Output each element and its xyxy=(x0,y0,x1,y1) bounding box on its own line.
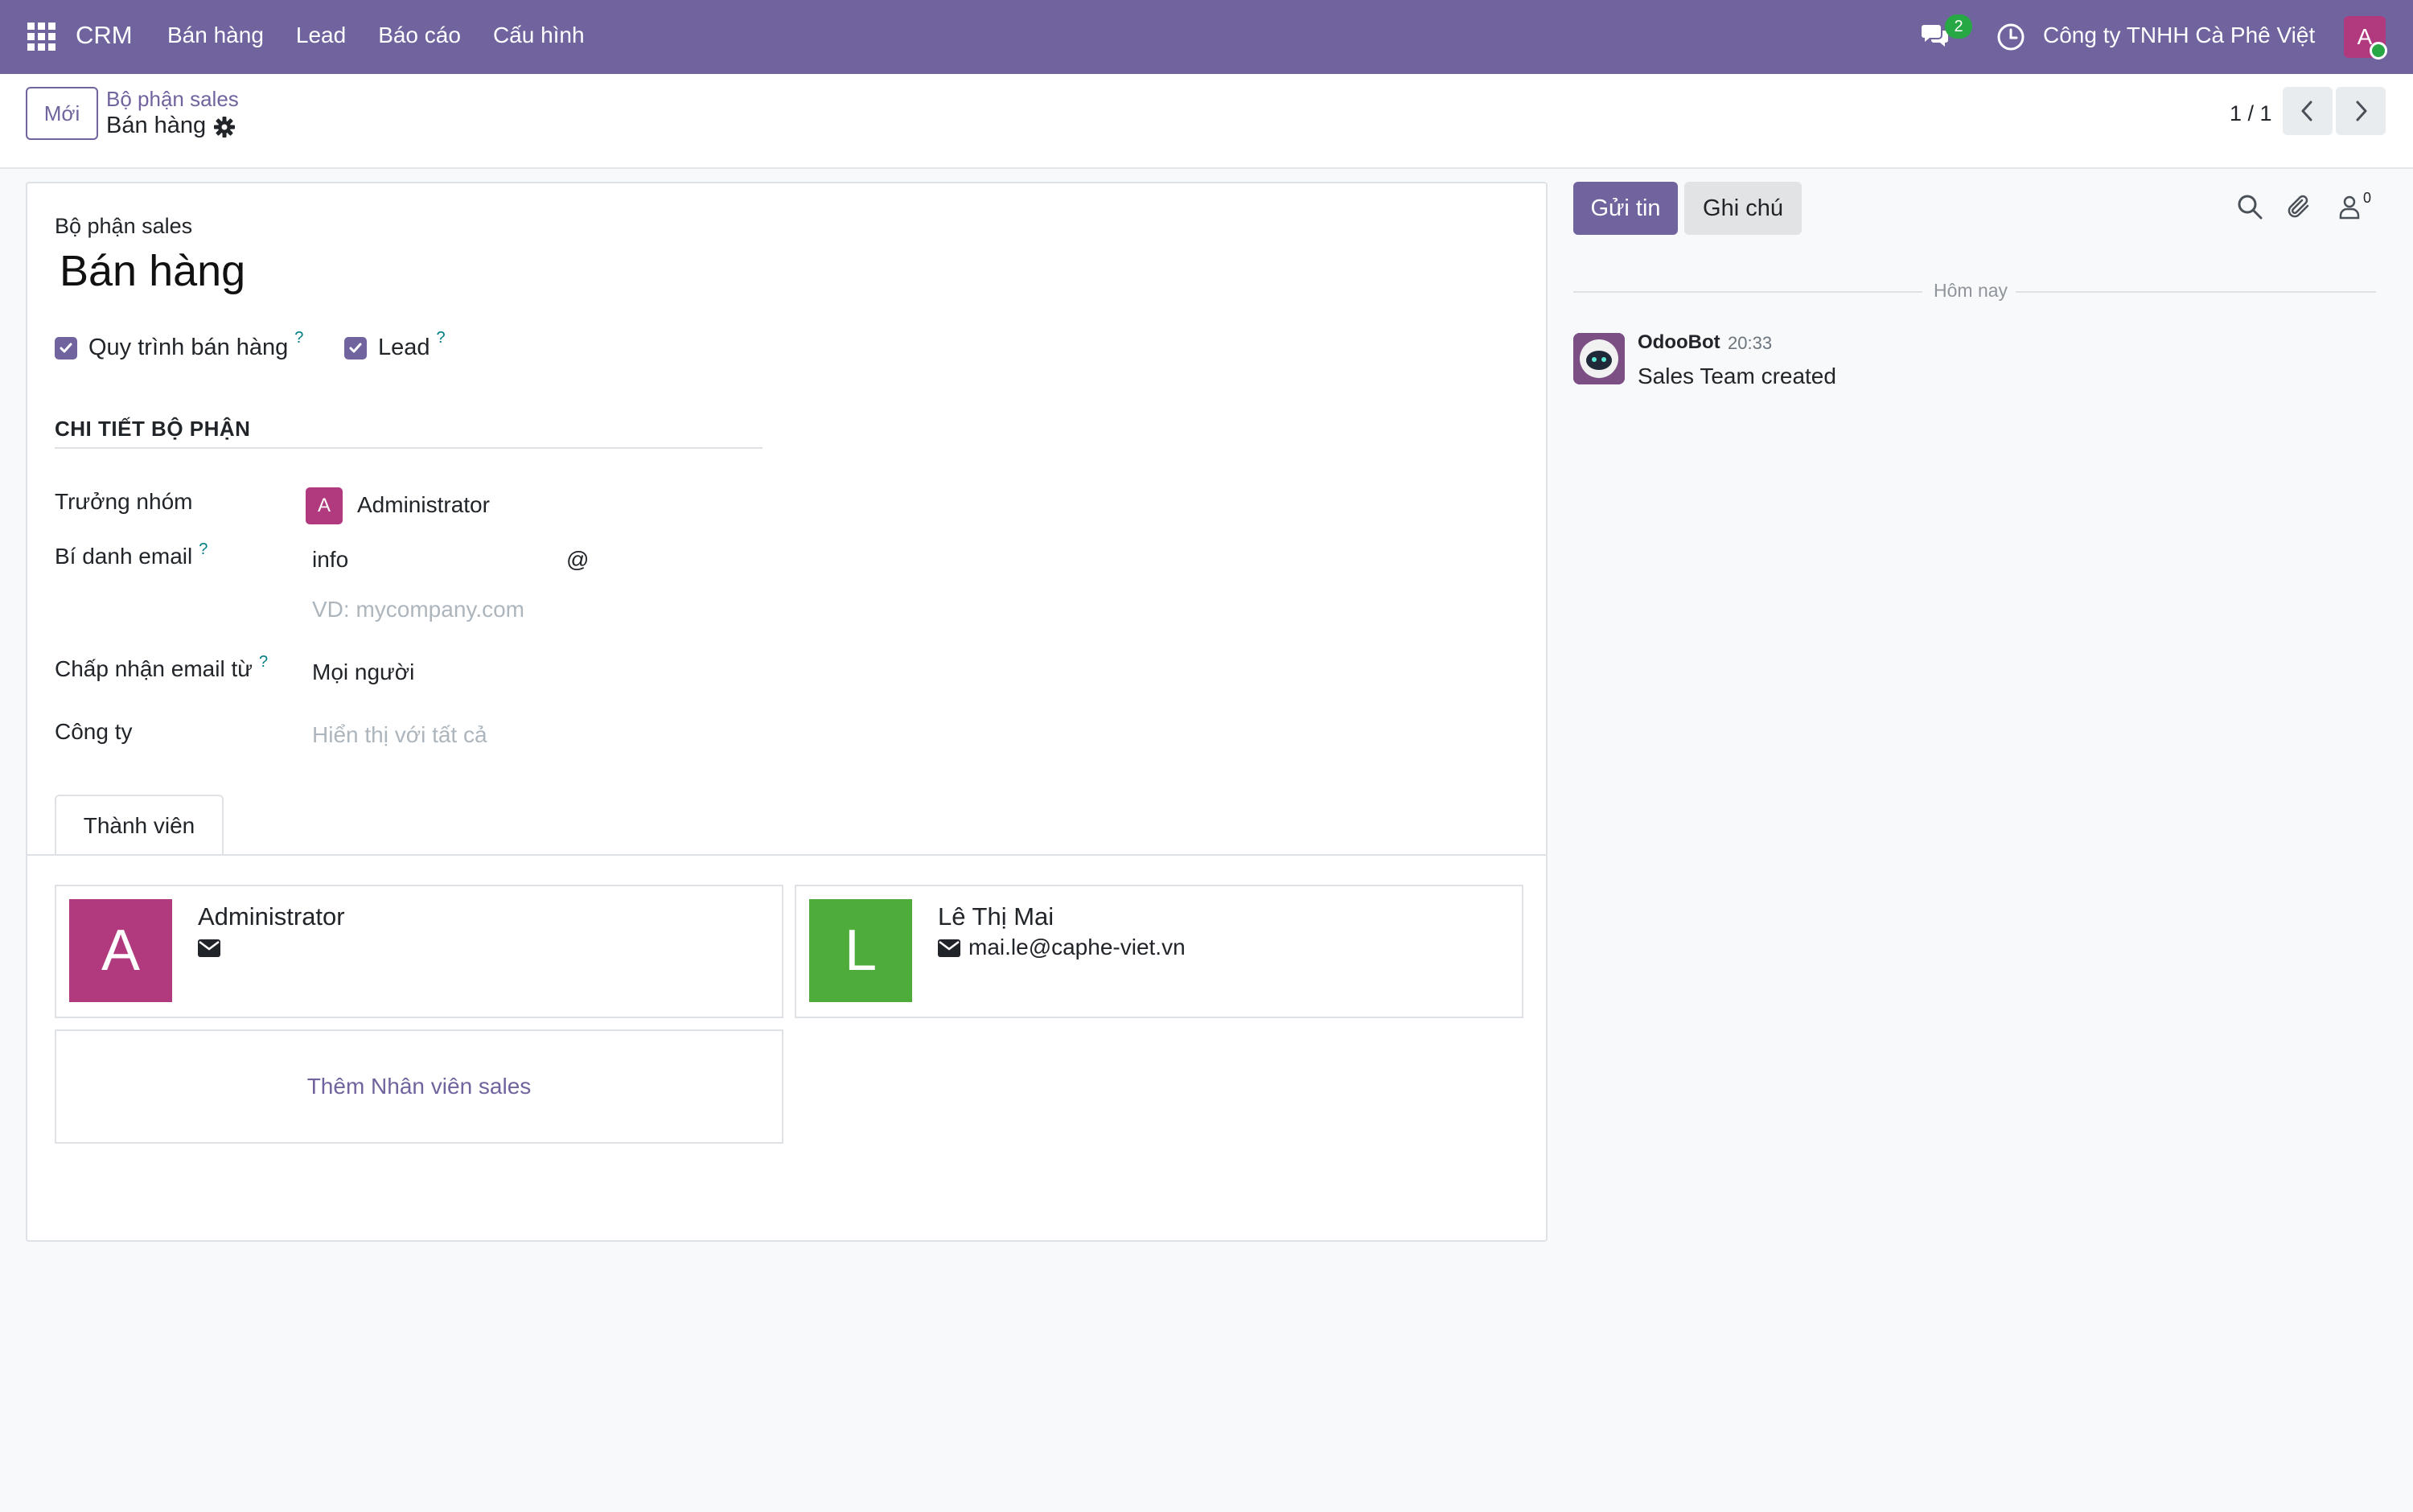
email-alias-label-text: Bí danh email xyxy=(55,544,193,569)
member-email: mai.le@caphe-viet.vn xyxy=(968,935,1186,959)
member-card-le-thi-mai[interactable]: L Lê Thị Mai mai.le@caphe-viet.vn xyxy=(795,885,1523,1018)
menu-item-leads[interactable]: Lead xyxy=(296,23,346,48)
messages-count-badge: 2 xyxy=(1945,14,1972,39)
team-name-field[interactable]: Bán hàng xyxy=(60,246,245,296)
message-author[interactable]: OdooBot xyxy=(1638,331,1720,354)
main-menu: Bán hàng Lead Báo cáo Cấu hình xyxy=(167,23,617,48)
envelope-icon xyxy=(198,939,220,957)
message-time: 20:33 xyxy=(1728,333,1773,353)
member-card-administrator[interactable]: A Administrator xyxy=(55,885,783,1018)
section-divider xyxy=(55,447,763,449)
alias-domain-field[interactable]: VD: mycompany.com xyxy=(312,597,524,622)
new-button[interactable]: Mới xyxy=(26,87,98,140)
accept-from-label: Chấp nhận email từ? xyxy=(55,653,268,682)
pipeline-help-icon[interactable]: ? xyxy=(294,329,303,347)
email-alias-label: Bí danh email? xyxy=(55,540,208,569)
day-separator-line-left xyxy=(1573,291,1922,293)
envelope-icon xyxy=(938,939,960,957)
alias-at-sign: @ xyxy=(566,547,590,572)
leads-checkbox-row: Lead ? xyxy=(344,329,446,361)
add-salesperson-button[interactable]: Thêm Nhân viên sales xyxy=(55,1029,783,1144)
leads-checkbox[interactable] xyxy=(344,336,367,360)
log-note-button[interactable]: Ghi chú xyxy=(1684,182,1802,235)
menu-item-sales[interactable]: Bán hàng xyxy=(167,23,264,48)
member-avatar: L xyxy=(809,899,912,1002)
chevron-right-icon xyxy=(2356,101,2367,121)
leads-help-icon[interactable]: ? xyxy=(437,329,446,347)
name-field-label: Bộ phận sales xyxy=(55,214,193,238)
accept-from-field[interactable]: Mọi người xyxy=(312,659,414,685)
search-icon[interactable] xyxy=(2236,193,2263,220)
team-leader-avatar: A xyxy=(306,487,343,524)
member-name: Administrator xyxy=(198,902,345,931)
follower-user-icon[interactable] xyxy=(2336,193,2363,220)
app-brand[interactable]: CRM xyxy=(76,21,133,50)
odoobot-avatar xyxy=(1573,333,1625,384)
leads-checkbox-label: Lead xyxy=(378,335,430,360)
control-panel: Mới Bộ phận sales Bán hàng 1 / 1 xyxy=(0,74,2413,169)
chevron-left-icon xyxy=(2301,101,2312,121)
tab-members[interactable]: Thành viên xyxy=(55,795,224,856)
section-title: CHI TIẾT BỘ PHẬN xyxy=(55,417,251,441)
company-switcher[interactable]: Công ty TNHH Cà Phê Việt xyxy=(2043,23,2315,48)
form-sheet: Bộ phận sales Bán hàng Quy trình bán hàn… xyxy=(26,182,1548,1242)
message-body: Sales Team created xyxy=(1638,364,1836,388)
activity-clock-icon[interactable] xyxy=(1996,23,2025,51)
day-separator: Hôm nay xyxy=(1934,280,2008,301)
pager-previous-button[interactable] xyxy=(2283,87,2333,135)
apps-menu-icon[interactable] xyxy=(27,23,56,51)
gear-icon[interactable] xyxy=(214,117,235,138)
email-alias-field[interactable]: info xyxy=(312,547,348,573)
send-message-button[interactable]: Gửi tin xyxy=(1573,182,1678,235)
email-alias-help-icon[interactable]: ? xyxy=(199,540,208,558)
menu-item-reporting[interactable]: Báo cáo xyxy=(378,23,461,48)
pager-next-button[interactable] xyxy=(2336,87,2386,135)
follower-count: 0 xyxy=(2363,190,2372,206)
member-avatar: A xyxy=(69,899,172,1002)
team-leader-field[interactable]: Administrator xyxy=(357,492,490,518)
top-navbar: CRM Bán hàng Lead Báo cáo Cấu hình 2 Côn… xyxy=(0,0,2413,74)
breadcrumb-current: Bán hàng xyxy=(106,113,207,138)
pipeline-checkbox-label: Quy trình bán hàng xyxy=(88,335,289,360)
pipeline-checkbox-row: Quy trình bán hàng ? xyxy=(55,329,303,361)
team-leader-label: Trưởng nhóm xyxy=(55,489,193,514)
member-name: Lê Thị Mai xyxy=(938,902,1054,931)
tab-divider xyxy=(27,854,1546,856)
accept-from-help-icon[interactable]: ? xyxy=(259,653,268,671)
pager-value[interactable]: 1 / 1 xyxy=(2230,101,2272,126)
company-label: Công ty xyxy=(55,719,133,744)
company-field[interactable]: Hiển thị với tất cả xyxy=(312,722,487,748)
pipeline-checkbox[interactable] xyxy=(55,336,77,360)
breadcrumb-parent[interactable]: Bộ phận sales xyxy=(106,87,239,112)
menu-item-configuration[interactable]: Cấu hình xyxy=(493,23,585,48)
day-separator-line-right xyxy=(2016,291,2376,293)
user-online-status xyxy=(2370,42,2387,60)
paperclip-icon[interactable] xyxy=(2286,193,2313,220)
accept-from-label-text: Chấp nhận email từ xyxy=(55,656,253,681)
